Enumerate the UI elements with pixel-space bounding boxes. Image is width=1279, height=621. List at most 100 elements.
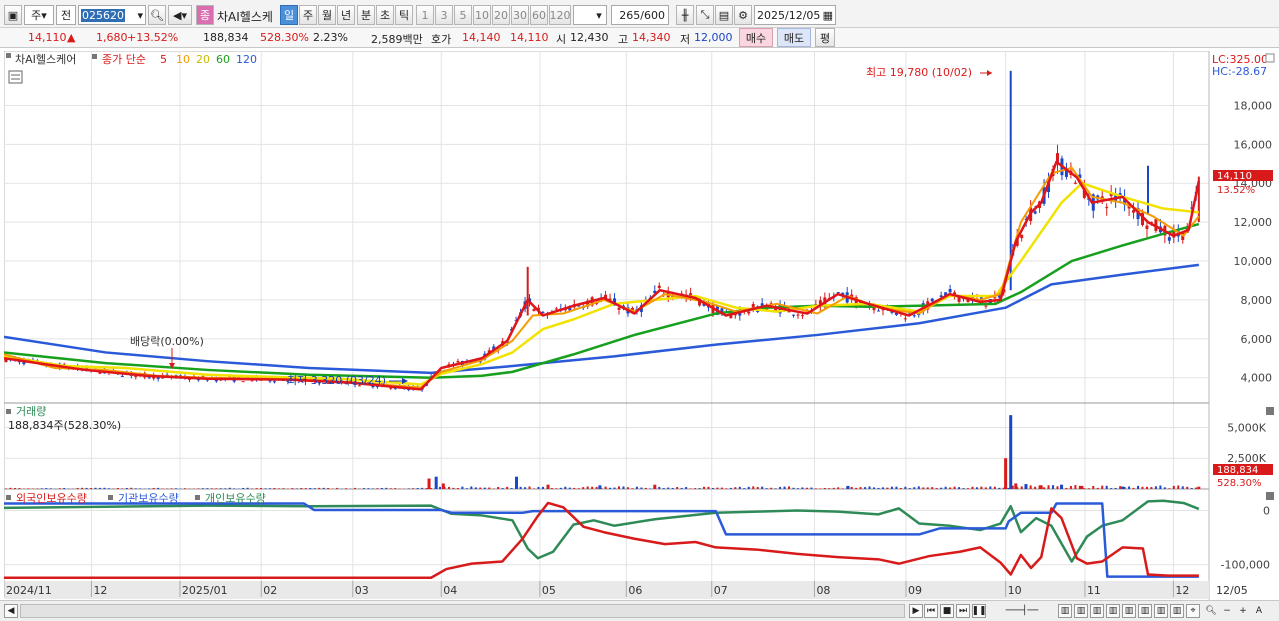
volume-bar bbox=[720, 487, 723, 489]
volume-bar bbox=[1121, 486, 1125, 489]
buy-button[interactable]: 매수 bbox=[739, 28, 773, 47]
zoom-in-icon[interactable]: + bbox=[1236, 604, 1250, 618]
hc-label: HC:-28.67 bbox=[1212, 65, 1267, 78]
quote-bar: 14,110 ▲ 1,680 +13.52% 188,834 528.30% 2… bbox=[0, 28, 1279, 48]
volume-bar bbox=[1119, 486, 1122, 489]
zoom-icon[interactable]: 🔍︎ bbox=[1204, 604, 1218, 618]
candle-body bbox=[1020, 234, 1024, 239]
volume-bar bbox=[868, 486, 871, 489]
tab-minute[interactable]: 분 bbox=[357, 5, 375, 25]
volume-bar bbox=[224, 488, 227, 489]
interval-5[interactable]: 5 bbox=[454, 5, 472, 25]
volume-bar bbox=[846, 485, 850, 489]
volume-bar bbox=[497, 486, 500, 489]
panel-close-icon[interactable] bbox=[1266, 492, 1274, 500]
cursor-icon[interactable]: ⌖ bbox=[1186, 604, 1200, 618]
pause-icon[interactable]: ❚❚ bbox=[971, 604, 987, 618]
scroll-left-icon[interactable]: ◀ bbox=[4, 604, 18, 618]
volume-bar bbox=[1047, 485, 1050, 489]
sector-badge[interactable]: 종 bbox=[196, 5, 214, 25]
volume-bar bbox=[971, 486, 974, 489]
tab-tick[interactable]: 틱 bbox=[395, 5, 413, 25]
tab-year[interactable]: 년 bbox=[337, 5, 355, 25]
count-input[interactable]: 265/600 bbox=[611, 5, 669, 25]
volume-bar bbox=[1007, 488, 1010, 489]
interval-10[interactable]: 10 bbox=[473, 5, 491, 25]
gear-icon[interactable]: ⚙ bbox=[734, 5, 752, 25]
bottom-scrollbar[interactable]: ◀ ▶ ⏮ ■ ⏭ ❚❚ ───┤── ▥ ▥ ▥ ▥ ▥ ▥ ▥ ▥ ⌖ 🔍︎… bbox=[0, 600, 1279, 621]
volume-bar bbox=[998, 487, 1001, 489]
volume-bar bbox=[984, 487, 987, 489]
volume-bar bbox=[855, 487, 858, 489]
chart-area[interactable]: 18,000 16,000 14,000 12,000 10,000 8,000 6,000… bbox=[3, 50, 1279, 601]
interval-60-label: 60 bbox=[532, 8, 546, 22]
interval-60[interactable]: 60 bbox=[530, 5, 548, 25]
volume-bar bbox=[752, 486, 755, 489]
volume-tag: 188,834 bbox=[1217, 465, 1258, 476]
interval-custom-select[interactable]: ▾ bbox=[573, 5, 607, 25]
layout8-icon[interactable]: ▥ bbox=[1170, 604, 1184, 618]
volume-bar bbox=[989, 486, 992, 489]
speaker-icon[interactable]: ◀▾ bbox=[168, 5, 192, 25]
zoom-slider[interactable]: ───┤── bbox=[990, 604, 1054, 618]
candle-body bbox=[796, 314, 800, 316]
layout5-icon[interactable]: ▥ bbox=[1122, 604, 1136, 618]
layout3-icon[interactable]: ▥ bbox=[1090, 604, 1104, 618]
font-size-icon[interactable]: A bbox=[1252, 604, 1266, 618]
search-icon[interactable]: 🔍︎ bbox=[148, 5, 166, 25]
volume-bar bbox=[922, 487, 925, 489]
candle-body bbox=[1105, 207, 1109, 209]
tab-week[interactable]: 주 bbox=[299, 5, 317, 25]
stock-name: 차AI헬스케 bbox=[217, 10, 273, 24]
fast-forward-icon[interactable]: ⏭ bbox=[956, 604, 970, 618]
code-input[interactable]: 025620 ▾ bbox=[78, 5, 146, 25]
volume-bar bbox=[18, 488, 21, 489]
volume-bar bbox=[1092, 485, 1095, 489]
interval-20[interactable]: 20 bbox=[492, 5, 510, 25]
volume-bar bbox=[917, 486, 920, 489]
market-select[interactable]: 주 ▾ bbox=[24, 5, 54, 25]
panel-scroll-up-icon[interactable] bbox=[1265, 53, 1275, 63]
volume-bar bbox=[743, 488, 746, 489]
tab-day[interactable]: 일 bbox=[280, 5, 298, 25]
eval-button[interactable]: 평 bbox=[815, 28, 835, 47]
interval-3[interactable]: 3 bbox=[435, 5, 453, 25]
volume-bar bbox=[774, 488, 777, 489]
chevron-down-icon[interactable]: ▾ bbox=[137, 9, 143, 22]
rewind-icon[interactable]: ⏮ bbox=[924, 604, 938, 618]
volume-bar bbox=[1056, 486, 1059, 489]
layout7-icon[interactable]: ▥ bbox=[1154, 604, 1168, 618]
tab-month[interactable]: 월 bbox=[318, 5, 336, 25]
volume-bar bbox=[944, 486, 947, 489]
sell-button[interactable]: 매도 bbox=[777, 28, 811, 47]
tab-second[interactable]: 초 bbox=[376, 5, 394, 25]
volume-bar bbox=[483, 487, 486, 489]
period-select[interactable]: 전 bbox=[56, 5, 76, 25]
layout4-icon[interactable]: ▥ bbox=[1106, 604, 1120, 618]
scroll-right-icon[interactable]: ▶ bbox=[909, 604, 923, 618]
stop-icon[interactable]: ■ bbox=[940, 604, 954, 618]
calendar-icon[interactable]: ▦ bbox=[823, 9, 833, 22]
chart-menu-icon[interactable]: ▣ bbox=[4, 5, 22, 25]
interval-120[interactable]: 120 bbox=[549, 5, 571, 25]
volume-bar bbox=[309, 487, 312, 489]
candle-body bbox=[147, 377, 151, 379]
volume-bar bbox=[1154, 486, 1157, 489]
stock-chart[interactable]: 18,00016,00014,00012,00010,0008,0006,000… bbox=[3, 50, 1279, 601]
interval-1[interactable]: 1 bbox=[416, 5, 434, 25]
scroll-track[interactable] bbox=[20, 604, 905, 618]
interval-30[interactable]: 30 bbox=[511, 5, 529, 25]
draw-tool-icon[interactable]: ⤡ bbox=[696, 5, 714, 25]
panel-close-icon[interactable] bbox=[1266, 407, 1274, 415]
panel-marker-icon bbox=[108, 495, 113, 500]
volume-bar bbox=[1020, 486, 1023, 489]
layout1-icon[interactable]: ▥ bbox=[1058, 604, 1072, 618]
calculator-icon[interactable] bbox=[8, 70, 23, 84]
date-input[interactable]: 2025/12/05 ▦ bbox=[754, 5, 836, 25]
zoom-out-icon[interactable]: − bbox=[1220, 604, 1234, 618]
save-icon[interactable]: ▤ bbox=[715, 5, 733, 25]
layout2-icon[interactable]: ▥ bbox=[1074, 604, 1088, 618]
candle-type-icon[interactable]: ╫ bbox=[676, 5, 694, 25]
layout6-icon[interactable]: ▥ bbox=[1138, 604, 1152, 618]
volume-bar bbox=[1060, 484, 1064, 489]
